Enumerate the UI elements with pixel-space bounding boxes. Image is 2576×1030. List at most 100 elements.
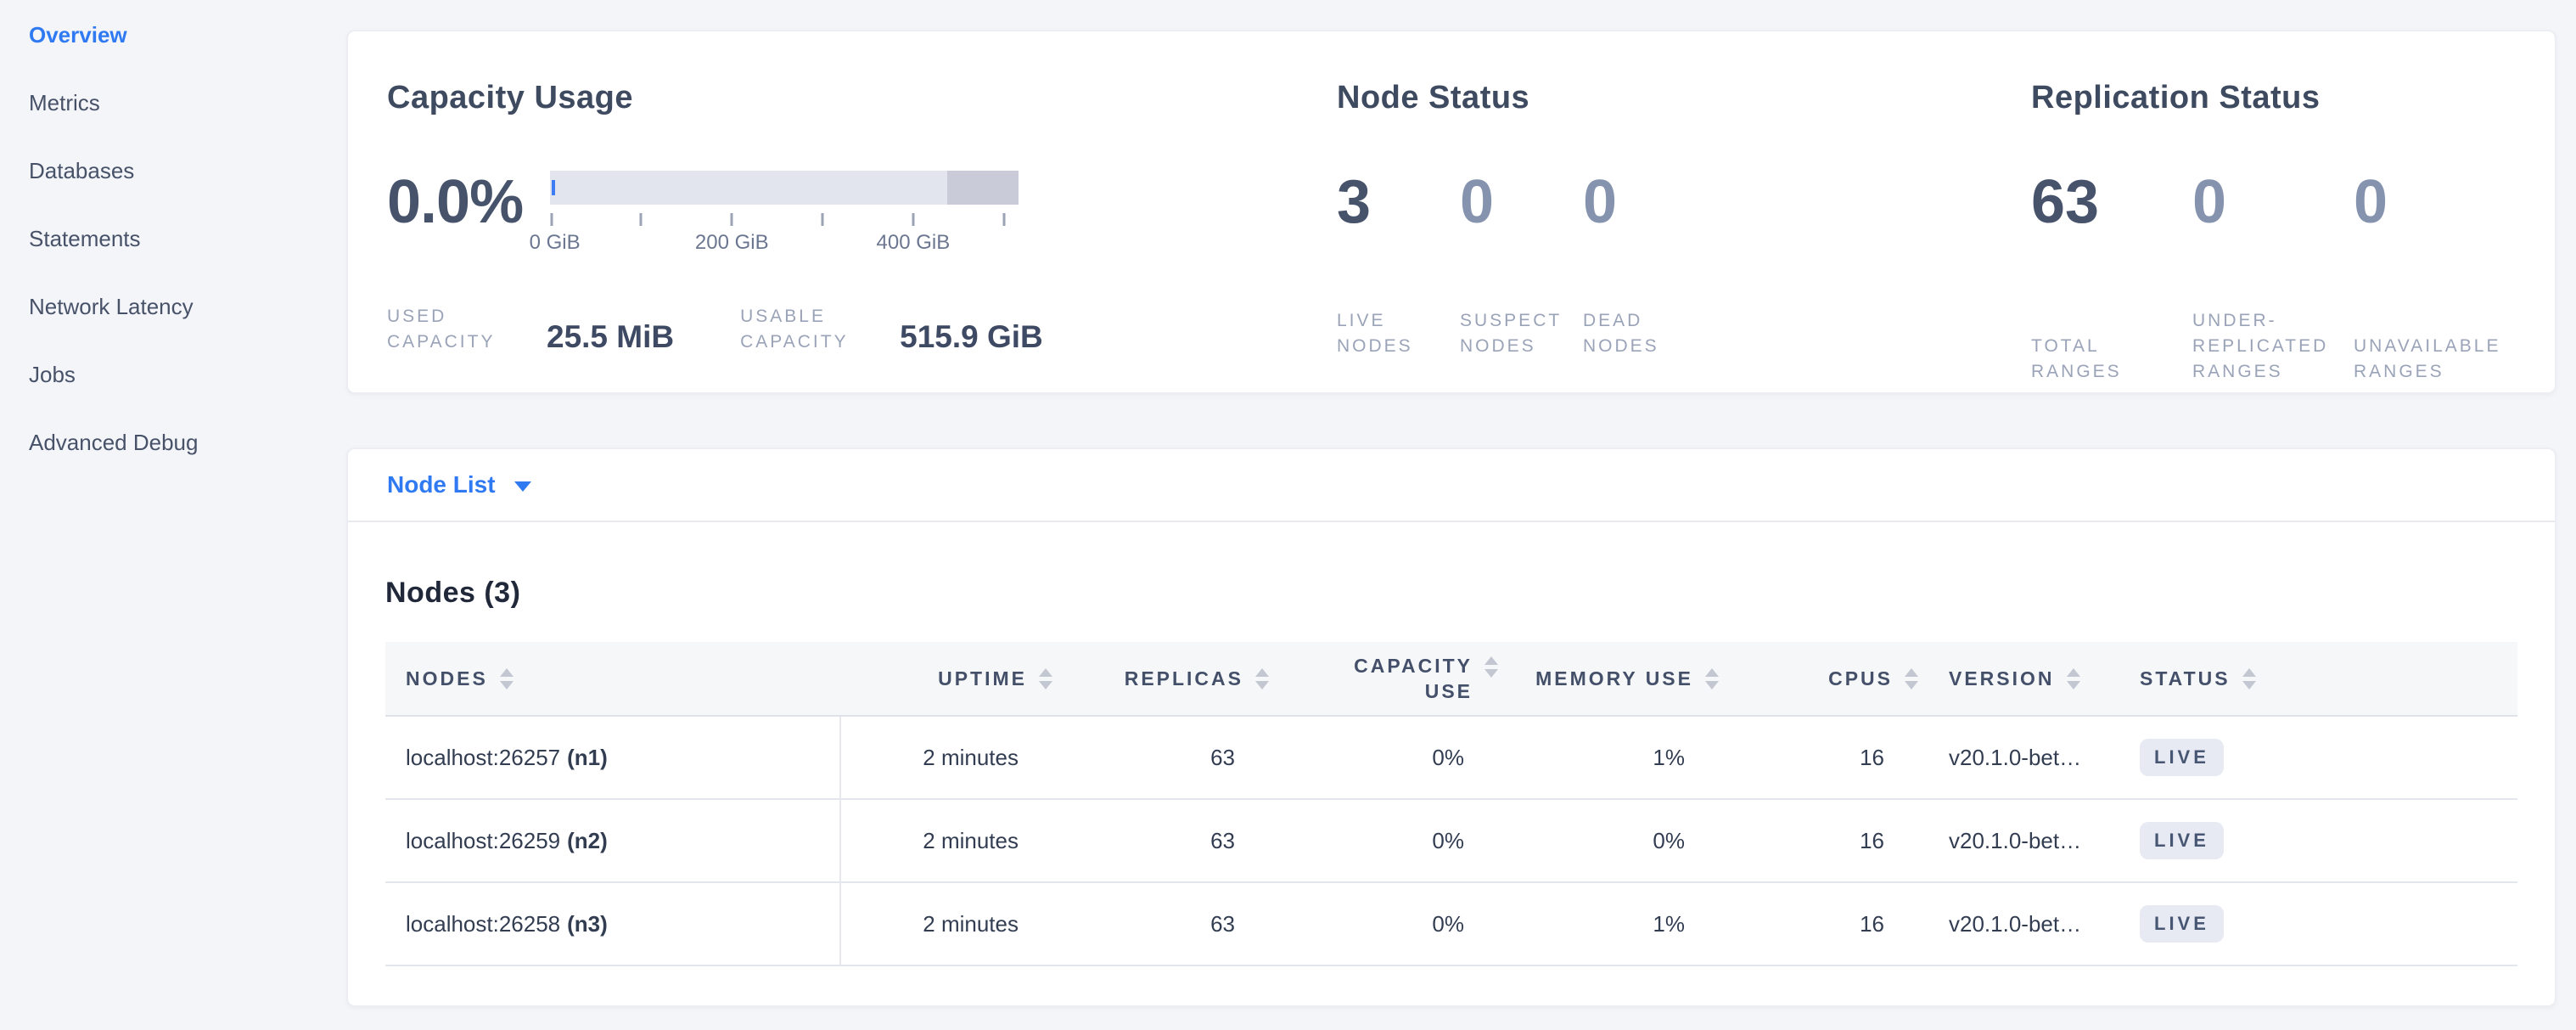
total-ranges-count: 63 xyxy=(2031,169,2192,235)
sort-icon[interactable] xyxy=(1484,656,1498,678)
cpus-cell: 16 xyxy=(1719,882,1918,965)
capacity-use-cell: 0% xyxy=(1269,716,1498,799)
axis-tick xyxy=(822,213,824,226)
column-label: VERSION xyxy=(1949,667,2055,690)
sidebar-item-metrics[interactable]: Metrics xyxy=(29,88,346,117)
nodes-table-title: Nodes (3) xyxy=(385,577,2517,610)
sidebar-item-network-latency[interactable]: Network Latency xyxy=(29,292,346,321)
replicas-cell: 63 xyxy=(1052,716,1269,799)
node-address: localhost:26259 xyxy=(406,828,560,853)
axis-label: 0 GiB xyxy=(530,231,581,255)
column-header-version[interactable]: VERSION xyxy=(1918,642,2092,716)
sort-icon[interactable] xyxy=(2067,668,2080,689)
axis-tick xyxy=(912,213,914,226)
node-id: (n1) xyxy=(567,745,608,770)
total-ranges-label: TOTAL RANGES xyxy=(2031,334,2192,385)
column-label: CAPACITY USE xyxy=(1344,653,1473,704)
cpus-cell: 16 xyxy=(1719,716,1918,799)
nodes-table-section: Nodes (3) NODES UPTIME xyxy=(348,522,2555,1005)
capacity-bar-reserved-segment xyxy=(947,171,1019,205)
table-row: localhost:26257(n1) 2 minutes 63 0% 1% 1… xyxy=(385,716,2517,799)
uptime-cell: 2 minutes xyxy=(840,882,1052,965)
replicas-cell: 63 xyxy=(1052,882,1269,965)
node-status-section: Node Status 3 0 0 LIVE NODES SUSPECT NOD… xyxy=(1337,79,2031,392)
replicas-cell: 63 xyxy=(1052,799,1269,882)
table-row: localhost:26258(n3) 2 minutes 63 0% 1% 1… xyxy=(385,882,2517,965)
sort-icon[interactable] xyxy=(1255,668,1269,689)
node-address: localhost:26258 xyxy=(406,911,560,937)
node-id: (n3) xyxy=(567,911,608,937)
node-list-card: Node List Nodes (3) NODES xyxy=(346,447,2556,1007)
capacity-usage-section: Capacity Usage 0.0% xyxy=(387,79,1337,392)
memory-use-cell: 1% xyxy=(1498,716,1719,799)
axis-label: 200 GiB xyxy=(695,231,769,255)
unavailable-ranges-count: 0 xyxy=(2354,169,2515,235)
capacity-used-percent: 0.0% xyxy=(387,169,523,235)
column-label: NODES xyxy=(406,667,488,690)
column-header-uptime[interactable]: UPTIME xyxy=(840,642,1052,716)
column-header-memory-use[interactable]: MEMORY USE xyxy=(1498,642,1719,716)
suspect-nodes-label: SUSPECT NODES xyxy=(1460,308,1583,359)
main-content: Capacity Usage 0.0% xyxy=(346,0,2556,1007)
axis-label: 400 GiB xyxy=(877,231,951,255)
column-label: REPLICAS xyxy=(1125,667,1243,690)
chevron-down-icon xyxy=(514,481,531,492)
table-header-row: NODES UPTIME REPLICAS CAPACIT xyxy=(385,642,2517,716)
axis-tick xyxy=(640,213,643,226)
axis-tick xyxy=(731,213,733,226)
under-replicated-ranges-label: UNDER-REPLICATED RANGES xyxy=(2192,308,2354,385)
axis-tick xyxy=(1002,213,1005,226)
usable-capacity-stat: USABLE CAPACITY 515.9 GiB xyxy=(740,304,1043,355)
status-badge: LIVE xyxy=(2140,739,2224,776)
capacity-usage-title: Capacity Usage xyxy=(387,79,1337,116)
uptime-cell: 2 minutes xyxy=(840,716,1052,799)
node-status-title: Node Status xyxy=(1337,79,2031,116)
column-label: MEMORY USE xyxy=(1535,667,1693,690)
used-capacity-label: USED CAPACITY xyxy=(387,304,525,355)
node-list-dropdown[interactable]: Node List xyxy=(348,449,2555,522)
node-address-link[interactable]: localhost:26258 (n3) xyxy=(406,911,608,937)
memory-use-cell: 0% xyxy=(1498,799,1719,882)
unavailable-ranges-label: UNAVAILABLE RANGES xyxy=(2354,334,2515,385)
column-header-cpus[interactable]: CPUS xyxy=(1719,642,1918,716)
column-label: UPTIME xyxy=(938,667,1027,690)
node-address-link[interactable]: localhost:26259 (n2) xyxy=(406,828,608,853)
capacity-bar-used-indicator xyxy=(552,180,555,195)
replication-status-title: Replication Status xyxy=(2031,79,2555,116)
column-header-status[interactable]: STATUS xyxy=(2092,642,2517,716)
uptime-cell: 2 minutes xyxy=(840,799,1052,882)
live-nodes-count: 3 xyxy=(1337,169,1460,235)
version-cell: v20.1.0-bet… xyxy=(1918,882,2092,965)
column-header-nodes[interactable]: NODES xyxy=(385,642,840,716)
column-header-capacity-use[interactable]: CAPACITY USE xyxy=(1269,642,1498,716)
sidebar-item-advanced-debug[interactable]: Advanced Debug xyxy=(29,428,346,457)
node-id: (n2) xyxy=(567,828,608,853)
sort-icon[interactable] xyxy=(500,668,514,689)
sidebar-item-statements[interactable]: Statements xyxy=(29,224,346,253)
sidebar-item-overview[interactable]: Overview xyxy=(29,20,346,49)
replication-status-section: Replication Status 63 0 0 TOTAL RANGES U… xyxy=(2031,79,2555,392)
memory-use-cell: 1% xyxy=(1498,882,1719,965)
column-header-replicas[interactable]: REPLICAS xyxy=(1052,642,1269,716)
sort-icon[interactable] xyxy=(1705,668,1719,689)
dead-nodes-label: DEAD NODES xyxy=(1583,308,1706,359)
cpus-cell: 16 xyxy=(1719,799,1918,882)
sidebar-item-jobs[interactable]: Jobs xyxy=(29,360,346,389)
usable-capacity-value: 515.9 GiB xyxy=(900,319,1043,355)
live-nodes-label: LIVE NODES xyxy=(1337,308,1460,359)
capacity-use-cell: 0% xyxy=(1269,799,1498,882)
capacity-bar-track xyxy=(550,171,1019,205)
sidebar-item-databases[interactable]: Databases xyxy=(29,156,346,185)
cluster-summary-card: Capacity Usage 0.0% xyxy=(346,30,2556,394)
usable-capacity-label: USABLE CAPACITY xyxy=(740,304,878,355)
status-badge: LIVE xyxy=(2140,822,2224,859)
axis-tick xyxy=(551,213,553,226)
sort-icon[interactable] xyxy=(1039,668,1052,689)
sort-icon[interactable] xyxy=(2242,668,2256,689)
sort-icon[interactable] xyxy=(1905,668,1918,689)
status-badge: LIVE xyxy=(2140,905,2224,943)
version-cell: v20.1.0-bet… xyxy=(1918,716,2092,799)
dead-nodes-count: 0 xyxy=(1583,169,1706,235)
node-address-link[interactable]: localhost:26257(n1) xyxy=(406,745,608,770)
column-label: CPUS xyxy=(1828,667,1893,690)
